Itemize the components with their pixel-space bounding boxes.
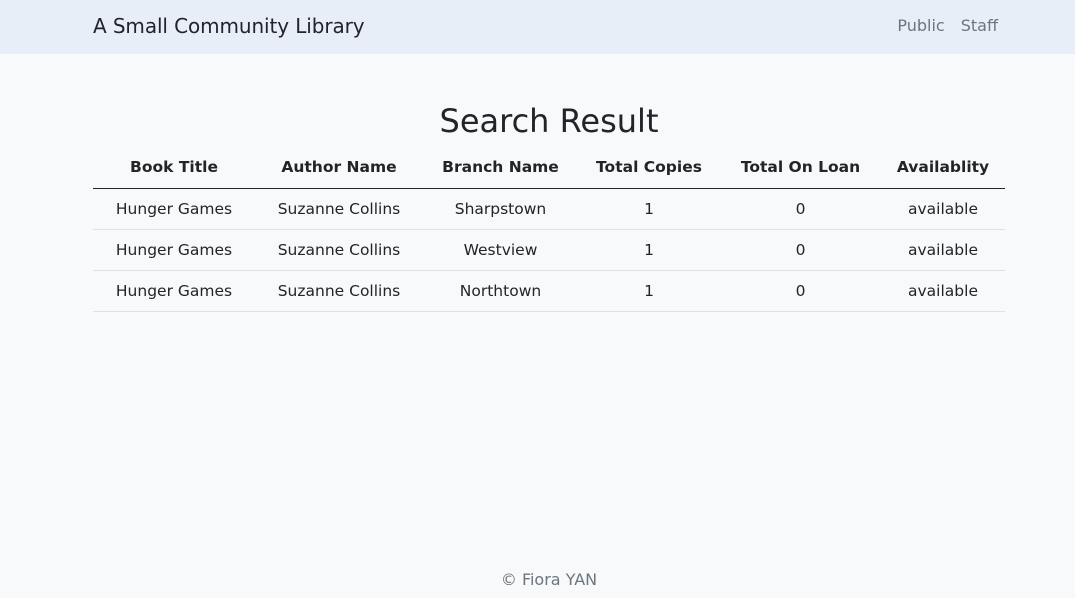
cell-total-copies: 1: [578, 270, 720, 312]
header-row: Book Title Author Name Branch Name Total…: [93, 147, 1005, 189]
cell-total-on-loan: 0: [720, 229, 881, 271]
cell-total-on-loan: 0: [720, 188, 881, 230]
cell-book-title: Hunger Games: [93, 188, 255, 230]
page-title: Search Result: [439, 102, 659, 140]
header-total-on-loan: Total On Loan: [720, 147, 881, 189]
cell-branch-name: Northtown: [423, 270, 578, 312]
brand-link[interactable]: A Small Community Library: [93, 12, 365, 40]
cell-total-on-loan: 0: [720, 270, 881, 312]
cell-availability: available: [881, 188, 1005, 230]
cell-author-name: Suzanne Collins: [255, 229, 423, 271]
header-availability: Availablity: [881, 147, 1005, 189]
cell-branch-name: Sharpstown: [423, 188, 578, 230]
header-total-copies: Total Copies: [578, 147, 720, 189]
cell-branch-name: Westview: [423, 229, 578, 271]
cell-author-name: Suzanne Collins: [255, 188, 423, 230]
nav-link-public[interactable]: Public: [889, 14, 952, 38]
table-row: Hunger Games Suzanne Collins Westview 1 …: [93, 229, 1005, 271]
cell-book-title: Hunger Games: [93, 229, 255, 271]
header-branch-name: Branch Name: [423, 147, 578, 189]
cell-availability: available: [881, 229, 1005, 271]
header-author-name: Author Name: [255, 147, 423, 189]
header-book-title: Book Title: [93, 147, 255, 189]
cell-total-copies: 1: [578, 188, 720, 230]
table-header: Book Title Author Name Branch Name Total…: [93, 147, 1005, 189]
table-row: Hunger Games Suzanne Collins Northtown 1…: [93, 270, 1005, 312]
nav-links: Public Staff: [889, 14, 998, 38]
cell-total-copies: 1: [578, 229, 720, 271]
footer-copyright: © Fiora YAN: [500, 570, 598, 589]
cell-book-title: Hunger Games: [93, 270, 255, 312]
nav-link-staff[interactable]: Staff: [953, 14, 998, 38]
top-navbar: A Small Community Library Public Staff: [0, 0, 1075, 54]
search-results-table: Book Title Author Name Branch Name Total…: [93, 147, 1005, 312]
cell-availability: available: [881, 270, 1005, 312]
table-row: Hunger Games Suzanne Collins Sharpstown …: [93, 188, 1005, 230]
table-body: Hunger Games Suzanne Collins Sharpstown …: [93, 188, 1005, 312]
cell-author-name: Suzanne Collins: [255, 270, 423, 312]
